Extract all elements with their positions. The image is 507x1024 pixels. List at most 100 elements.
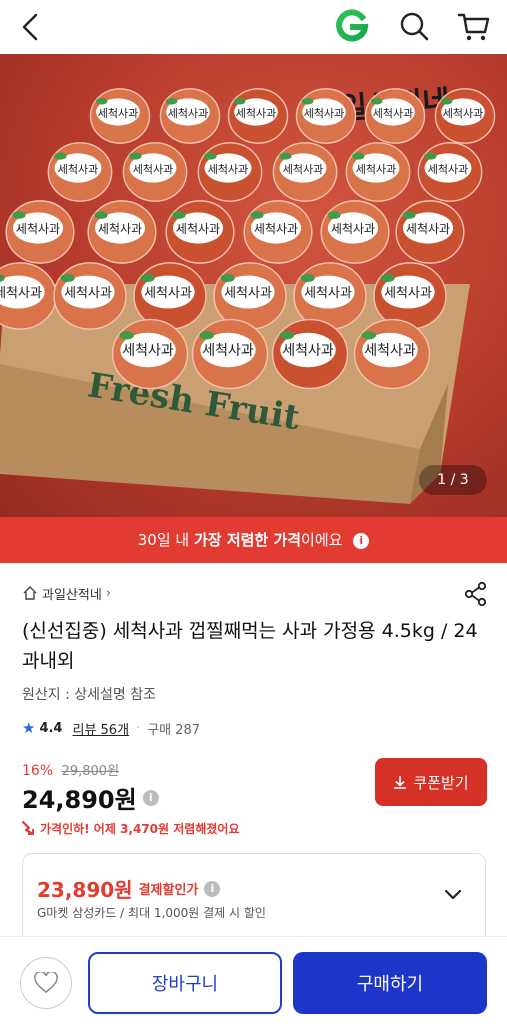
apple-label-text: 세척사과 — [168, 107, 208, 120]
purchase-count: 구매 287 — [147, 722, 201, 738]
chevron-down-icon[interactable] — [441, 882, 465, 906]
apple-3: 세척사과 — [227, 88, 289, 144]
apple-13: 세척사과 — [5, 200, 75, 264]
apple-27: 세척사과 — [271, 318, 349, 390]
price-drop-text: 가격인하! 어제 3,470원 저렴해졌어요 — [40, 821, 240, 836]
apple-label-text: 세척사과 — [443, 107, 483, 120]
bottom-action-bar: 장바구니 구매하기 — [0, 936, 507, 1024]
apple-label-text: 세척사과 — [122, 343, 174, 359]
apple-label-text: 세척사과 — [98, 222, 142, 236]
origin-info: 원산지 : 상세설명 참조 — [22, 687, 156, 703]
apple-6: 세척사과 — [434, 88, 496, 144]
back-chevron-icon[interactable] — [14, 9, 50, 45]
apple-label-text: 세척사과 — [406, 222, 450, 236]
apple-label-text: 세척사과 — [202, 343, 254, 359]
apple-label-text: 세척사과 — [364, 343, 416, 359]
buy-now-button[interactable]: 구매하기 — [293, 952, 487, 1014]
apple-label-text: 세척사과 — [0, 286, 42, 301]
apple-8: 세척사과 — [122, 142, 188, 202]
apple-label-text: 세척사과 — [236, 107, 276, 120]
banner-emphasis: 가장 저렴한 가격 — [194, 531, 302, 549]
product-image-carousel[interactable]: 과일산적네 Fresh Fruit 세척사과세척사과세척사과세척사과세척사과세척… — [0, 54, 507, 517]
apple-26: 세척사과 — [191, 318, 269, 390]
price-drop-notice: 가격인하! 어제 3,470원 저렴해졌어요 — [20, 817, 239, 839]
sale-price: 24,890원 — [22, 786, 137, 814]
home-icon — [23, 586, 37, 600]
gmarket-logo-icon[interactable] — [334, 8, 370, 44]
apple-4: 세척사과 — [295, 88, 357, 144]
rating-score: 4.4 — [39, 720, 63, 736]
apple-10: 세척사과 — [272, 142, 338, 202]
apple-18: 세척사과 — [395, 200, 465, 264]
apple-label-text: 세척사과 — [133, 163, 173, 176]
apple-label-text: 세척사과 — [176, 222, 220, 236]
original-price: 29,800원 — [61, 764, 120, 779]
apple-label-text: 세척사과 — [16, 222, 60, 236]
review-link[interactable]: 리뷰 56개 — [72, 719, 129, 738]
apple-label-text: 세척사과 — [144, 286, 192, 301]
apple-label-text: 세척사과 — [58, 163, 98, 176]
banner-prefix: 30일 내 — [137, 531, 190, 549]
apple-label-text: 세척사과 — [283, 163, 323, 176]
cart-icon[interactable] — [456, 8, 492, 44]
info-icon[interactable]: i — [353, 533, 370, 549]
apple-28: 세척사과 — [353, 318, 431, 390]
apple-label-text: 세척사과 — [208, 163, 248, 176]
apple-label-text: 세척사과 — [304, 286, 352, 301]
rating-row: ★ 4.4 리뷰 56개 · 구매 287 — [22, 717, 200, 739]
apple-7: 세척사과 — [47, 142, 113, 202]
coupon-button[interactable]: 쿠폰받기 — [375, 758, 487, 806]
apple-box-photo: 과일산적네 Fresh Fruit 세척사과세척사과세척사과세척사과세척사과세척… — [0, 84, 496, 504]
apple-2: 세척사과 — [159, 88, 221, 144]
price-down-arrow-icon — [21, 820, 35, 836]
apple-14: 세척사과 — [87, 200, 157, 264]
card-info-icon[interactable]: i — [204, 880, 221, 897]
separator: · — [136, 720, 141, 736]
heart-icon — [34, 972, 58, 993]
share-icon[interactable] — [462, 580, 490, 608]
apple-11: 세척사과 — [345, 142, 411, 202]
image-counter: 1 / 3 — [419, 465, 487, 495]
add-to-cart-button[interactable]: 장바구니 — [88, 952, 282, 1014]
search-icon[interactable] — [396, 8, 432, 44]
apple-label-text: 세척사과 — [224, 286, 272, 301]
apple-label-text: 세척사과 — [384, 286, 432, 301]
apple-9: 세척사과 — [197, 142, 263, 202]
seller-name: 과일산적네 — [42, 587, 102, 603]
apple-24: 세척사과 — [373, 262, 447, 330]
discount-rate: 16% — [22, 763, 54, 779]
apple-label-text: 세척사과 — [356, 163, 396, 176]
discount-row: 16% 29,800원 — [22, 760, 119, 779]
apple-15: 세척사과 — [165, 200, 235, 264]
card-discount-line: 23,890원 결제할인가 i — [37, 874, 221, 903]
seller-link[interactable]: 과일산적네 › — [22, 582, 111, 604]
apple-label-text: 세척사과 — [282, 343, 334, 359]
star-icon: ★ — [22, 719, 36, 737]
card-discount-label: 결제할인가 — [138, 883, 199, 898]
lowest-price-banner[interactable]: 30일 내 가장 저렴한 가격이에요 i — [0, 517, 507, 563]
apple-label-text: 세척사과 — [428, 163, 468, 176]
apple-1: 세척사과 — [89, 88, 151, 144]
apple-17: 세척사과 — [320, 200, 390, 264]
apple-16: 세척사과 — [243, 200, 313, 264]
price-info-icon[interactable]: i — [142, 789, 159, 806]
apple-label-text: 세척사과 — [331, 222, 375, 236]
download-icon — [394, 776, 407, 789]
chevron-right-icon: › — [105, 585, 112, 601]
sale-price-row: 24,890원 i — [22, 780, 159, 815]
apple-20: 세척사과 — [53, 262, 127, 330]
apple-5: 세척사과 — [364, 88, 426, 144]
apple-label-text: 세척사과 — [254, 222, 298, 236]
apple-25: 세척사과 — [111, 318, 189, 390]
apple-label-text: 세척사과 — [373, 107, 413, 120]
top-header — [0, 0, 507, 54]
apple-label-text: 세척사과 — [304, 107, 344, 120]
coupon-label: 쿠폰받기 — [413, 774, 469, 792]
apple-12: 세척사과 — [417, 142, 483, 202]
card-discount-price: 23,890원 — [37, 878, 133, 902]
wishlist-button[interactable] — [20, 957, 72, 1009]
apple-label-text: 세척사과 — [64, 286, 112, 301]
banner-suffix: 이에요 — [301, 531, 343, 549]
apple-label-text: 세척사과 — [98, 107, 138, 120]
card-discount-desc: G마켓 삼성카드 / 최대 1,000원 결제 시 할인 — [37, 906, 266, 920]
